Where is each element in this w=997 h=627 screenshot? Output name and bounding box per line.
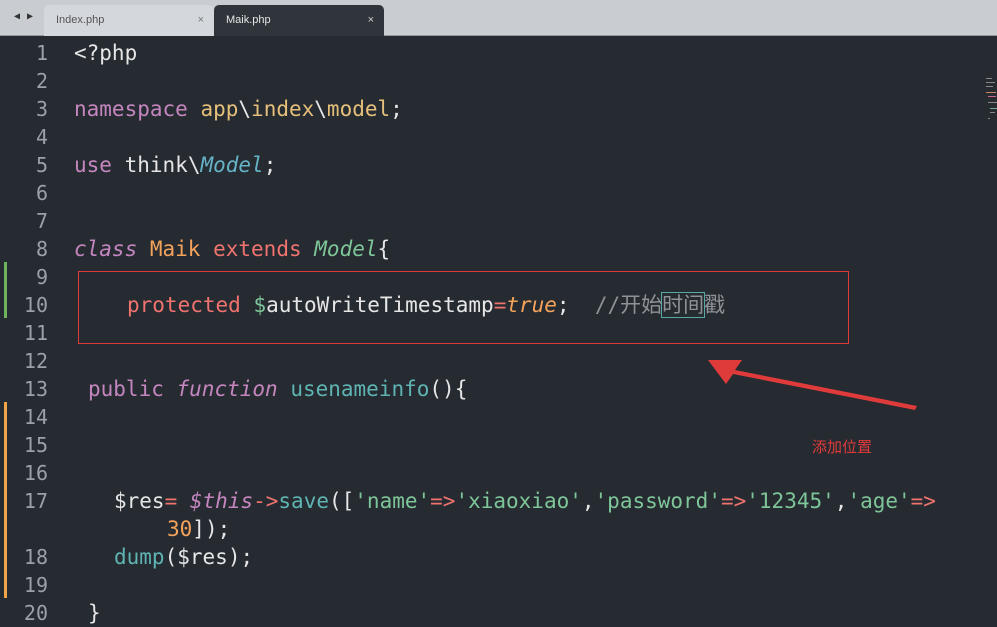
line-number: 13 — [23, 377, 48, 401]
minimap[interactable] — [985, 76, 997, 126]
code-line-13: public function usenameinfo(){ — [88, 375, 467, 403]
brace: } — [88, 601, 101, 625]
bracket: ]); — [192, 517, 231, 541]
code-line-18: dump($res); — [114, 543, 253, 571]
keyword-public: public — [88, 377, 164, 401]
code-line-17-wrap: 30]); — [167, 515, 230, 543]
variable: $res — [114, 489, 165, 513]
parent-class: Model — [314, 237, 378, 261]
keyword-class: class — [74, 237, 138, 261]
highlight-box — [78, 271, 849, 344]
code-line-5: use think\Model; — [74, 151, 276, 179]
tab-bar: ◀ ▶ Index.php × Maik.php × — [0, 0, 997, 36]
string: 'password' — [594, 489, 721, 513]
function-name: usenameinfo — [290, 377, 430, 401]
operator: => — [910, 489, 936, 513]
code-line-17: $res= $this->save(['name'=>'xiaoxiao','p… — [114, 487, 936, 515]
line-number: 18 — [23, 545, 48, 569]
line-number: 7 — [35, 209, 48, 233]
string: '12345' — [746, 489, 835, 513]
keyword-namespace: namespace — [74, 97, 188, 121]
code-line-1: <?php — [74, 39, 137, 67]
bracket: ([ — [328, 489, 355, 513]
namespace-part: model — [326, 97, 391, 121]
line-number: 3 — [35, 97, 48, 121]
comma: , — [834, 489, 848, 513]
keyword-extends: extends — [213, 237, 302, 261]
line-number: 19 — [23, 573, 48, 597]
gutter-added-marker — [4, 262, 7, 318]
function-call: dump — [114, 545, 165, 569]
method-call: save — [278, 489, 329, 513]
code-line-20: } — [88, 599, 101, 627]
namespace-separator: \ — [238, 97, 252, 121]
tab-index-php[interactable]: Index.php × — [44, 5, 214, 36]
line-number: 4 — [35, 125, 48, 149]
namespace-part: think — [124, 153, 188, 177]
line-number: 1 — [35, 41, 48, 65]
php-open-tag: <?php — [74, 41, 138, 65]
namespace-separator: \ — [314, 97, 327, 121]
number: 30 — [167, 517, 193, 541]
class-name: Maik — [149, 237, 201, 261]
operator: => — [430, 489, 456, 513]
tab-close-icon[interactable]: × — [368, 5, 374, 36]
line-number: 15 — [23, 433, 48, 457]
operator: -> — [253, 489, 279, 513]
gutter-modified-marker — [4, 402, 7, 598]
line-number: 20 — [23, 601, 48, 625]
line-number: 9 — [35, 265, 48, 289]
keyword-function: function — [176, 377, 278, 401]
operator: => — [720, 489, 747, 513]
string: 'age' — [847, 489, 911, 513]
code-line-8: class Maik extends Model{ — [74, 235, 390, 263]
tab-maik-php[interactable]: Maik.php × — [214, 5, 384, 36]
line-number: 14 — [23, 405, 48, 429]
paren: ); — [227, 545, 254, 569]
semicolon: ; — [263, 153, 277, 177]
operator: = — [164, 489, 178, 513]
line-number: 16 — [23, 461, 48, 485]
string: 'xiaoxiao' — [455, 489, 582, 513]
tab-close-icon[interactable]: × — [198, 5, 204, 36]
line-number: 2 — [35, 69, 48, 93]
keyword-use: use — [74, 153, 112, 177]
brace: { — [377, 237, 391, 261]
namespace-part: app — [200, 97, 239, 121]
line-number: 5 — [35, 153, 48, 177]
tab-forward-icon[interactable]: ▶ — [27, 12, 33, 22]
line-number: 10 — [23, 293, 48, 317]
parens-brace: (){ — [429, 377, 468, 401]
paren: ( — [164, 545, 178, 569]
annotation-label: 添加位置 — [812, 439, 873, 456]
variable: $res — [177, 545, 228, 569]
code-line-3: namespace app\index\model; — [74, 95, 403, 123]
namespace-separator: \ — [187, 153, 201, 177]
line-gutter: 1 2 3 4 5 6 7 8 9 10 11 12 13 14 15 16 1… — [0, 36, 72, 625]
line-number: 8 — [35, 237, 48, 261]
semicolon: ; — [390, 97, 403, 121]
class-reference: Model — [200, 153, 264, 177]
tab-label: Maik.php — [226, 14, 271, 26]
tab-label: Index.php — [56, 14, 105, 26]
line-number: 11 — [23, 321, 48, 345]
line-number: 17 — [23, 489, 48, 513]
comma: , — [581, 489, 595, 513]
annotation-arrow-icon — [708, 360, 917, 410]
line-number: 6 — [35, 181, 48, 205]
tab-back-icon[interactable]: ◀ — [14, 12, 20, 22]
this-keyword: $this — [189, 489, 254, 513]
namespace-part: index — [251, 97, 315, 121]
line-number: 12 — [23, 349, 48, 373]
string: 'name' — [354, 489, 431, 513]
